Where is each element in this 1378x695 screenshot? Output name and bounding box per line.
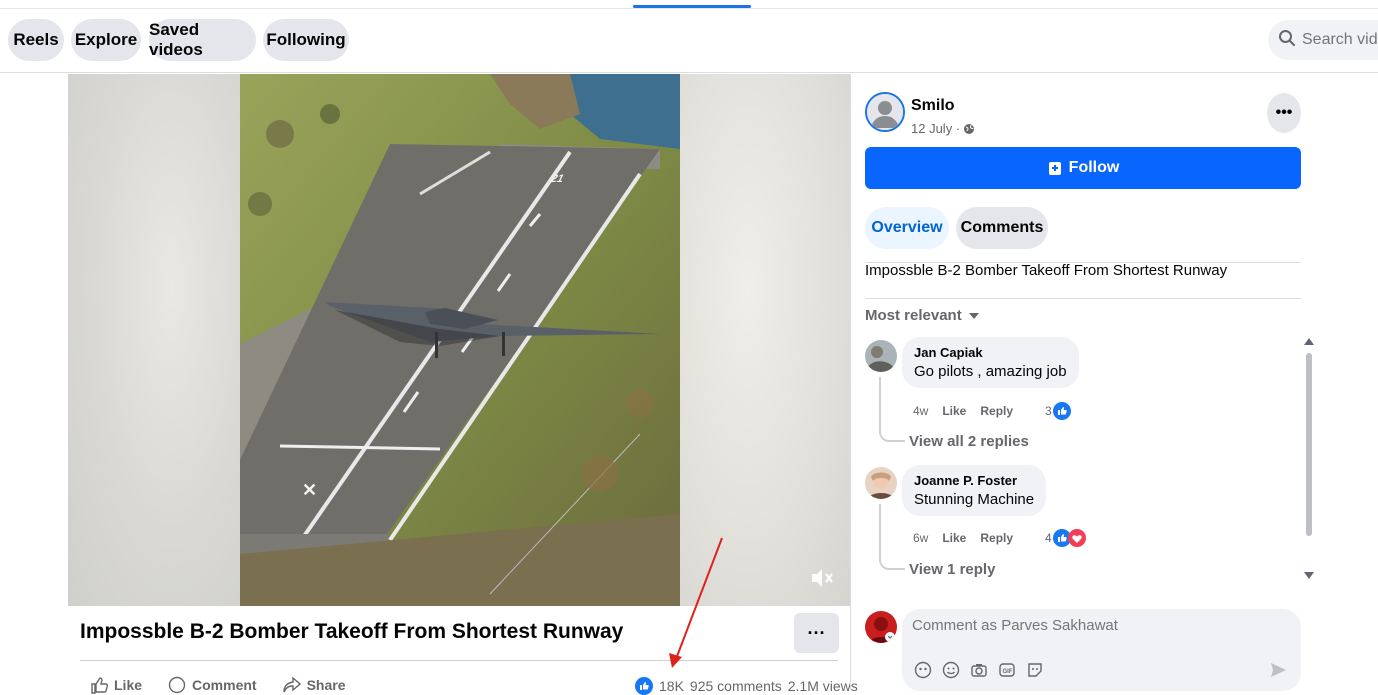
top-border bbox=[0, 0, 1378, 9]
comment-text: Stunning Machine bbox=[914, 491, 1035, 508]
comment-composer: GIF bbox=[902, 609, 1301, 691]
comment-bubble: Jan Capiak Go pilots , amazing job bbox=[902, 337, 1079, 388]
globe-icon bbox=[964, 123, 975, 134]
share-icon bbox=[282, 676, 301, 693]
video-blur-left bbox=[68, 74, 240, 606]
tab-saved-videos[interactable]: Saved videos bbox=[149, 19, 256, 61]
like-button[interactable]: Like bbox=[90, 676, 142, 694]
comment-reaction-count: 3 bbox=[1045, 404, 1052, 418]
comment-reactions[interactable]: 3 bbox=[1045, 402, 1071, 420]
comment-like-button[interactable]: Like bbox=[942, 404, 966, 418]
comment-icon bbox=[168, 676, 186, 694]
video-stats: 18K 925 comments 2.1M views bbox=[635, 677, 858, 695]
tab-explore[interactable]: Explore bbox=[71, 19, 141, 61]
like-reaction-icon bbox=[635, 677, 653, 695]
comment-author[interactable]: Joanne P. Foster bbox=[914, 473, 1034, 488]
comment-label: Comment bbox=[192, 677, 257, 693]
comment-count[interactable]: 925 comments bbox=[690, 678, 782, 694]
video-blur-right bbox=[680, 74, 850, 606]
search-box[interactable] bbox=[1268, 20, 1378, 60]
like-label: Like bbox=[114, 677, 143, 693]
comment-meta: 4w Like Reply 3 bbox=[913, 402, 1071, 420]
annotation-arrow bbox=[669, 537, 723, 668]
reply-thread-line bbox=[879, 377, 905, 442]
post-options-button[interactable]: ••• bbox=[1267, 93, 1301, 133]
commenter-avatar[interactable] bbox=[865, 467, 897, 499]
video-title: Impossble B-2 Bomber Takeoff From Shorte… bbox=[80, 620, 624, 643]
active-tab-indicator bbox=[633, 5, 751, 8]
tab-following[interactable]: Following bbox=[263, 19, 349, 61]
reaction-count[interactable]: 18K bbox=[659, 678, 684, 694]
svg-text:GIF: GIF bbox=[1003, 669, 1013, 675]
video-more-button[interactable]: ··· bbox=[794, 613, 839, 653]
commenter-avatar[interactable] bbox=[865, 340, 897, 372]
like-icon bbox=[91, 677, 108, 694]
comment-meta: 6w Like Reply 4 bbox=[913, 529, 1086, 547]
comment-author[interactable]: Jan Capiak bbox=[914, 345, 1067, 360]
like-reaction-icon bbox=[1052, 402, 1071, 420]
view-replies-link[interactable]: View 1 reply bbox=[909, 561, 995, 578]
svg-text:✕: ✕ bbox=[302, 480, 317, 500]
comment-button[interactable]: Comment bbox=[168, 676, 257, 694]
comment-text: Go pilots , amazing job bbox=[914, 363, 1067, 380]
sort-label: Most relevant bbox=[865, 307, 962, 324]
divider bbox=[865, 298, 1301, 299]
view-count: 2.1M views bbox=[787, 678, 858, 694]
comment-bubble: Joanne P. Foster Stunning Machine bbox=[902, 465, 1047, 516]
video-player[interactable]: 30 21 ✕ bbox=[68, 74, 850, 606]
follow-label: Follow bbox=[1068, 159, 1120, 176]
comment-time[interactable]: 6w bbox=[913, 531, 928, 545]
caret-down-icon bbox=[968, 312, 979, 319]
comment-reaction-count: 4 bbox=[1045, 531, 1052, 545]
post-description: Impossble B-2 Bomber Takeoff From Shorte… bbox=[865, 262, 1228, 279]
comment-input[interactable] bbox=[912, 617, 1282, 634]
scrollbar-thumb[interactable] bbox=[1306, 353, 1312, 536]
share-label: Share bbox=[306, 677, 346, 693]
view-replies-link[interactable]: View all 2 replies bbox=[909, 433, 1029, 450]
mute-icon[interactable] bbox=[810, 567, 834, 594]
comment-sort-dropdown[interactable]: Most relevant bbox=[865, 307, 980, 324]
comment-reply-button[interactable]: Reply bbox=[980, 404, 1013, 418]
post-date: 12 July · bbox=[911, 121, 975, 136]
runway-scene-image: 30 21 ✕ bbox=[240, 74, 680, 606]
video-frame[interactable]: 30 21 ✕ bbox=[240, 74, 680, 606]
emoji-icon[interactable] bbox=[942, 661, 960, 679]
video-actions: Like Comment Share bbox=[90, 676, 346, 694]
follow-button[interactable]: Follow bbox=[865, 147, 1301, 189]
comment-time[interactable]: 4w bbox=[913, 404, 928, 418]
comment-reply-button[interactable]: Reply bbox=[980, 531, 1013, 545]
comment-like-button[interactable]: Like bbox=[942, 531, 966, 545]
page-avatar[interactable] bbox=[865, 92, 905, 132]
search-icon bbox=[1278, 29, 1296, 52]
user-avatar[interactable] bbox=[865, 611, 897, 643]
avatar-sticker-icon[interactable] bbox=[914, 661, 932, 679]
camera-icon[interactable] bbox=[970, 661, 988, 679]
page-name[interactable]: Smilo bbox=[911, 97, 955, 115]
composer-tools: GIF bbox=[914, 661, 1044, 679]
reply-thread-line bbox=[879, 504, 905, 570]
tab-overview[interactable]: Overview bbox=[865, 207, 949, 249]
follow-icon bbox=[1048, 162, 1061, 175]
scroll-down-arrow-icon[interactable] bbox=[1304, 572, 1314, 579]
comment-reactions[interactable]: 4 bbox=[1045, 529, 1086, 547]
gif-icon[interactable]: GIF bbox=[998, 661, 1016, 679]
love-reaction-icon bbox=[1067, 529, 1086, 547]
sticker-icon[interactable] bbox=[1026, 661, 1044, 679]
post-date-text: 12 July · bbox=[911, 121, 961, 136]
video-nav-bar: Reels Explore Saved videos Following bbox=[0, 10, 1378, 73]
share-button[interactable]: Share bbox=[282, 676, 346, 694]
scroll-up-arrow-icon[interactable] bbox=[1304, 338, 1314, 345]
tab-comments[interactable]: Comments bbox=[956, 207, 1048, 249]
search-input[interactable] bbox=[1302, 31, 1378, 49]
send-icon[interactable] bbox=[1269, 661, 1287, 684]
tab-reels[interactable]: Reels bbox=[8, 19, 64, 61]
comments-scrollbar[interactable] bbox=[1302, 338, 1316, 583]
